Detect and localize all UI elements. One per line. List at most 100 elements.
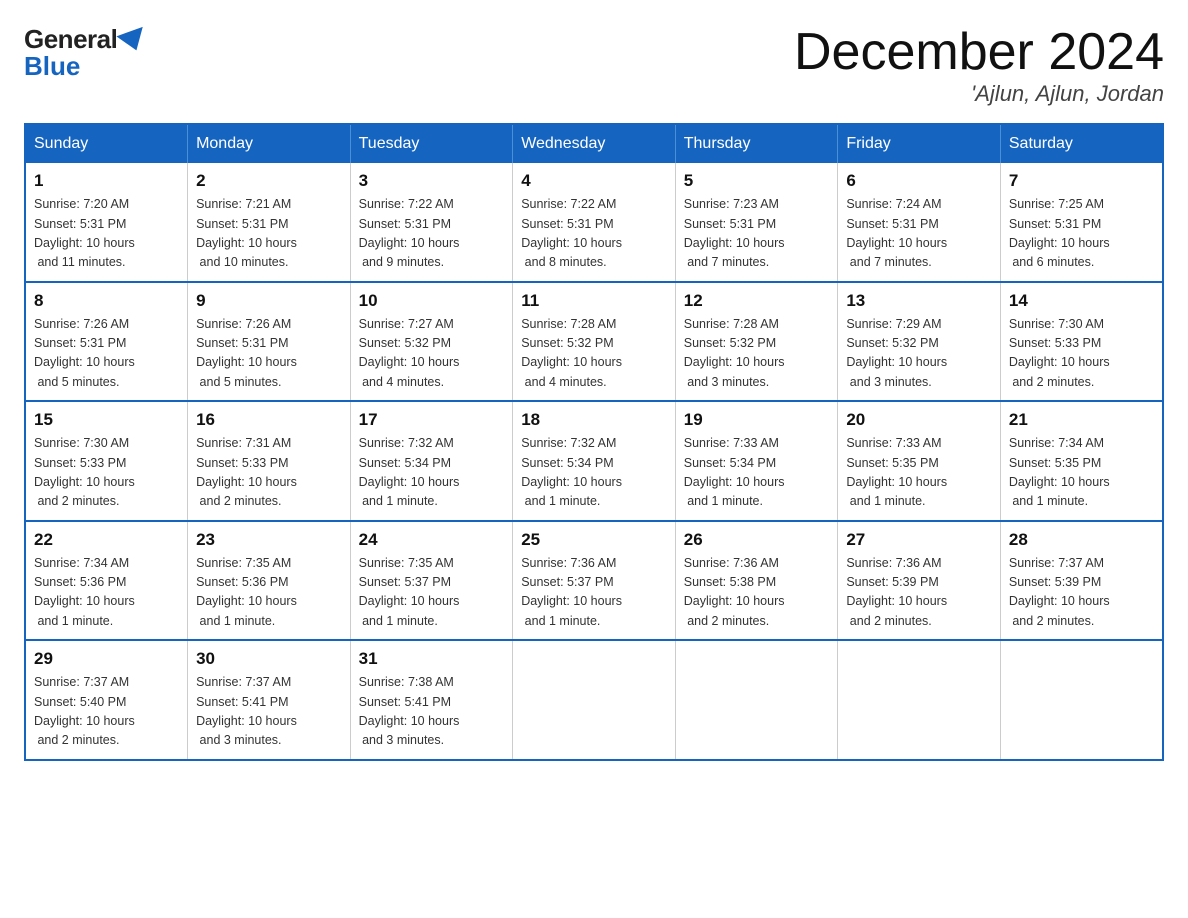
day-info: Sunrise: 7:37 AMSunset: 5:40 PMDaylight:… — [34, 673, 179, 751]
calendar-week-row: 8 Sunrise: 7:26 AMSunset: 5:31 PMDayligh… — [25, 282, 1163, 402]
day-info: Sunrise: 7:37 AMSunset: 5:39 PMDaylight:… — [1009, 554, 1154, 632]
calendar-cell: 3 Sunrise: 7:22 AMSunset: 5:31 PMDayligh… — [350, 163, 513, 282]
col-header-wednesday: Wednesday — [513, 124, 676, 163]
logo: General Blue — [24, 24, 147, 82]
calendar-week-row: 29 Sunrise: 7:37 AMSunset: 5:40 PMDaylig… — [25, 640, 1163, 760]
calendar-cell: 14 Sunrise: 7:30 AMSunset: 5:33 PMDaylig… — [1000, 282, 1163, 402]
day-info: Sunrise: 7:32 AMSunset: 5:34 PMDaylight:… — [359, 434, 505, 512]
day-number: 5 — [684, 171, 830, 191]
day-info: Sunrise: 7:36 AMSunset: 5:39 PMDaylight:… — [846, 554, 992, 632]
logo-triangle-icon — [117, 26, 150, 54]
day-number: 3 — [359, 171, 505, 191]
day-number: 7 — [1009, 171, 1154, 191]
calendar-week-row: 22 Sunrise: 7:34 AMSunset: 5:36 PMDaylig… — [25, 521, 1163, 641]
day-number: 10 — [359, 291, 505, 311]
calendar-cell: 4 Sunrise: 7:22 AMSunset: 5:31 PMDayligh… — [513, 163, 676, 282]
calendar-cell — [838, 640, 1001, 760]
calendar-cell: 11 Sunrise: 7:28 AMSunset: 5:32 PMDaylig… — [513, 282, 676, 402]
calendar-cell: 12 Sunrise: 7:28 AMSunset: 5:32 PMDaylig… — [675, 282, 838, 402]
day-info: Sunrise: 7:33 AMSunset: 5:35 PMDaylight:… — [846, 434, 992, 512]
day-number: 17 — [359, 410, 505, 430]
title-section: December 2024 'Ajlun, Ajlun, Jordan — [794, 24, 1164, 107]
calendar-cell: 10 Sunrise: 7:27 AMSunset: 5:32 PMDaylig… — [350, 282, 513, 402]
day-info: Sunrise: 7:21 AMSunset: 5:31 PMDaylight:… — [196, 195, 342, 273]
logo-blue-text: Blue — [24, 51, 80, 82]
col-header-saturday: Saturday — [1000, 124, 1163, 163]
day-number: 27 — [846, 530, 992, 550]
day-number: 1 — [34, 171, 179, 191]
day-number: 16 — [196, 410, 342, 430]
calendar-cell: 25 Sunrise: 7:36 AMSunset: 5:37 PMDaylig… — [513, 521, 676, 641]
day-info: Sunrise: 7:38 AMSunset: 5:41 PMDaylight:… — [359, 673, 505, 751]
col-header-tuesday: Tuesday — [350, 124, 513, 163]
day-info: Sunrise: 7:27 AMSunset: 5:32 PMDaylight:… — [359, 315, 505, 393]
day-info: Sunrise: 7:31 AMSunset: 5:33 PMDaylight:… — [196, 434, 342, 512]
calendar-cell — [513, 640, 676, 760]
day-info: Sunrise: 7:28 AMSunset: 5:32 PMDaylight:… — [684, 315, 830, 393]
day-number: 25 — [521, 530, 667, 550]
calendar-cell — [675, 640, 838, 760]
day-info: Sunrise: 7:34 AMSunset: 5:35 PMDaylight:… — [1009, 434, 1154, 512]
calendar-cell: 24 Sunrise: 7:35 AMSunset: 5:37 PMDaylig… — [350, 521, 513, 641]
day-number: 31 — [359, 649, 505, 669]
calendar-cell: 29 Sunrise: 7:37 AMSunset: 5:40 PMDaylig… — [25, 640, 188, 760]
day-number: 22 — [34, 530, 179, 550]
calendar-cell: 17 Sunrise: 7:32 AMSunset: 5:34 PMDaylig… — [350, 401, 513, 521]
calendar-cell: 22 Sunrise: 7:34 AMSunset: 5:36 PMDaylig… — [25, 521, 188, 641]
calendar-cell: 1 Sunrise: 7:20 AMSunset: 5:31 PMDayligh… — [25, 163, 188, 282]
calendar-cell: 16 Sunrise: 7:31 AMSunset: 5:33 PMDaylig… — [188, 401, 351, 521]
day-info: Sunrise: 7:36 AMSunset: 5:37 PMDaylight:… — [521, 554, 667, 632]
calendar-cell: 2 Sunrise: 7:21 AMSunset: 5:31 PMDayligh… — [188, 163, 351, 282]
day-number: 15 — [34, 410, 179, 430]
calendar-header-row: SundayMondayTuesdayWednesdayThursdayFrid… — [25, 124, 1163, 163]
calendar-cell: 28 Sunrise: 7:37 AMSunset: 5:39 PMDaylig… — [1000, 521, 1163, 641]
day-number: 23 — [196, 530, 342, 550]
calendar-week-row: 15 Sunrise: 7:30 AMSunset: 5:33 PMDaylig… — [25, 401, 1163, 521]
calendar-cell — [1000, 640, 1163, 760]
day-number: 14 — [1009, 291, 1154, 311]
day-info: Sunrise: 7:23 AMSunset: 5:31 PMDaylight:… — [684, 195, 830, 273]
day-number: 21 — [1009, 410, 1154, 430]
month-title: December 2024 — [794, 24, 1164, 81]
day-number: 26 — [684, 530, 830, 550]
page-header: General Blue December 2024 'Ajlun, Ajlun… — [24, 24, 1164, 107]
col-header-thursday: Thursday — [675, 124, 838, 163]
calendar-cell: 20 Sunrise: 7:33 AMSunset: 5:35 PMDaylig… — [838, 401, 1001, 521]
day-info: Sunrise: 7:32 AMSunset: 5:34 PMDaylight:… — [521, 434, 667, 512]
location-subtitle: 'Ajlun, Ajlun, Jordan — [794, 81, 1164, 107]
day-info: Sunrise: 7:24 AMSunset: 5:31 PMDaylight:… — [846, 195, 992, 273]
calendar-week-row: 1 Sunrise: 7:20 AMSunset: 5:31 PMDayligh… — [25, 163, 1163, 282]
day-info: Sunrise: 7:30 AMSunset: 5:33 PMDaylight:… — [1009, 315, 1154, 393]
calendar-cell: 26 Sunrise: 7:36 AMSunset: 5:38 PMDaylig… — [675, 521, 838, 641]
day-number: 20 — [846, 410, 992, 430]
calendar-cell: 31 Sunrise: 7:38 AMSunset: 5:41 PMDaylig… — [350, 640, 513, 760]
day-info: Sunrise: 7:20 AMSunset: 5:31 PMDaylight:… — [34, 195, 179, 273]
day-number: 9 — [196, 291, 342, 311]
day-info: Sunrise: 7:26 AMSunset: 5:31 PMDaylight:… — [196, 315, 342, 393]
day-info: Sunrise: 7:35 AMSunset: 5:37 PMDaylight:… — [359, 554, 505, 632]
day-number: 19 — [684, 410, 830, 430]
day-info: Sunrise: 7:34 AMSunset: 5:36 PMDaylight:… — [34, 554, 179, 632]
day-number: 28 — [1009, 530, 1154, 550]
day-number: 11 — [521, 291, 667, 311]
day-info: Sunrise: 7:36 AMSunset: 5:38 PMDaylight:… — [684, 554, 830, 632]
day-info: Sunrise: 7:28 AMSunset: 5:32 PMDaylight:… — [521, 315, 667, 393]
calendar-table: SundayMondayTuesdayWednesdayThursdayFrid… — [24, 123, 1164, 761]
col-header-sunday: Sunday — [25, 124, 188, 163]
calendar-cell: 23 Sunrise: 7:35 AMSunset: 5:36 PMDaylig… — [188, 521, 351, 641]
calendar-cell: 27 Sunrise: 7:36 AMSunset: 5:39 PMDaylig… — [838, 521, 1001, 641]
day-number: 8 — [34, 291, 179, 311]
calendar-cell: 7 Sunrise: 7:25 AMSunset: 5:31 PMDayligh… — [1000, 163, 1163, 282]
day-info: Sunrise: 7:33 AMSunset: 5:34 PMDaylight:… — [684, 434, 830, 512]
day-number: 30 — [196, 649, 342, 669]
calendar-cell: 21 Sunrise: 7:34 AMSunset: 5:35 PMDaylig… — [1000, 401, 1163, 521]
day-info: Sunrise: 7:29 AMSunset: 5:32 PMDaylight:… — [846, 315, 992, 393]
day-number: 24 — [359, 530, 505, 550]
col-header-friday: Friday — [838, 124, 1001, 163]
day-number: 4 — [521, 171, 667, 191]
calendar-cell: 8 Sunrise: 7:26 AMSunset: 5:31 PMDayligh… — [25, 282, 188, 402]
day-info: Sunrise: 7:26 AMSunset: 5:31 PMDaylight:… — [34, 315, 179, 393]
logo-blue-container — [117, 31, 147, 49]
day-number: 2 — [196, 171, 342, 191]
day-info: Sunrise: 7:30 AMSunset: 5:33 PMDaylight:… — [34, 434, 179, 512]
